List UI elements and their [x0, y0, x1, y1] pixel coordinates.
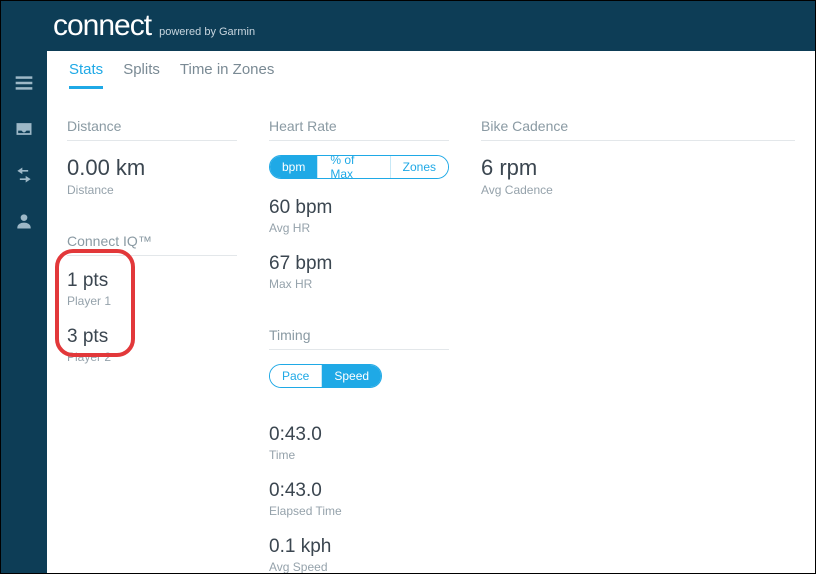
brand-tagline: powered by Garmin [159, 26, 255, 38]
brand-logo: connect [53, 9, 151, 43]
elapsed-label: Elapsed Time [269, 504, 449, 518]
max-hr-label: Max HR [269, 277, 449, 291]
tab-stats[interactable]: Stats [69, 59, 103, 89]
sync-icon[interactable] [14, 165, 34, 185]
ciq-value-2: 3 pts [67, 326, 237, 348]
connect-iq-title: Connect IQ™ [67, 233, 237, 256]
time-value: 0:43.0 [269, 424, 449, 446]
tab-time-in-zones[interactable]: Time in Zones [180, 59, 274, 89]
tabs: Stats Splits Time in Zones [47, 51, 815, 90]
time-label: Time [269, 448, 449, 462]
menu-icon[interactable] [14, 73, 34, 93]
heart-rate-title: Heart Rate [269, 118, 449, 141]
ciq-label-1: Player 1 [67, 294, 237, 308]
avg-hr-label: Avg HR [269, 221, 449, 235]
hr-pill-bpm[interactable]: bpm [270, 156, 318, 178]
profile-icon[interactable] [14, 211, 34, 231]
cadence-title: Bike Cadence [481, 118, 795, 141]
avg-speed-value: 0.1 kph [269, 536, 449, 558]
content-card: Stats Splits Time in Zones Distance 0.00… [47, 51, 815, 573]
tab-splits[interactable]: Splits [123, 59, 160, 89]
distance-value: 0.00 km [67, 155, 237, 181]
inbox-icon[interactable] [14, 119, 34, 139]
timing-pill-speed[interactable]: Speed [322, 365, 381, 387]
cadence-label: Avg Cadence [481, 183, 795, 197]
timing-pill-group: Pace Speed [269, 364, 382, 388]
timing-pill-pace[interactable]: Pace [270, 365, 322, 387]
brand: connect powered by Garmin [53, 9, 255, 43]
avg-hr-value: 60 bpm [269, 197, 449, 219]
distance-label: Distance [67, 183, 237, 197]
max-hr-value: 67 bpm [269, 253, 449, 275]
ciq-value-1: 1 pts [67, 270, 237, 292]
timing-title: Timing [269, 327, 449, 350]
ciq-label-2: Player 2 [67, 350, 237, 364]
top-bar: connect powered by Garmin [47, 1, 815, 51]
side-rail [1, 1, 47, 573]
elapsed-value: 0:43.0 [269, 480, 449, 502]
hr-pill-pctmax[interactable]: % of Max [318, 156, 390, 178]
cadence-value: 6 rpm [481, 155, 795, 181]
distance-title: Distance [67, 118, 237, 141]
hr-pill-group: bpm % of Max Zones [269, 155, 449, 179]
avg-speed-label: Avg Speed [269, 560, 449, 573]
hr-pill-zones[interactable]: Zones [391, 156, 448, 178]
